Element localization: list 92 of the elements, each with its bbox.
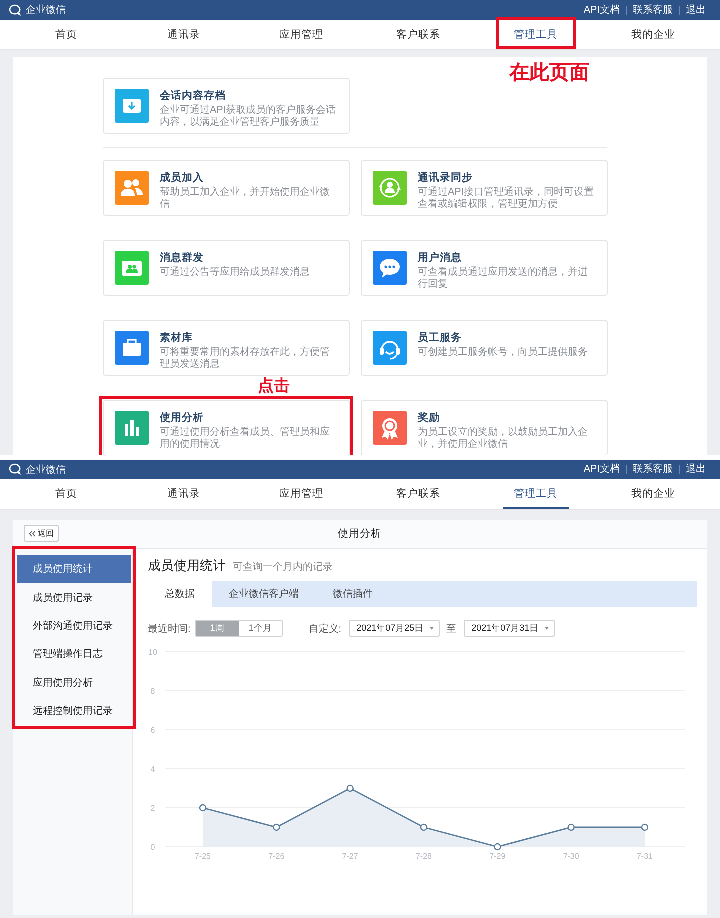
card-title: 成员加入 (160, 171, 205, 185)
card-description: 为员工设立的奖励，以鼓励员工加入企业，并使用企业微信 (418, 427, 589, 452)
nav-tab[interactable]: 应用管理 (268, 20, 334, 49)
logo-icon (9, 4, 23, 16)
data-point (494, 843, 502, 851)
axis-label: 7-26 (268, 852, 285, 861)
axis-label: 6 (150, 726, 156, 735)
sidebar-item[interactable]: 管理端操作日志 (17, 640, 131, 669)
sidebar-item[interactable]: 远程控制使用记录 (17, 696, 131, 726)
nav-tab[interactable]: 管理工具 (502, 20, 569, 49)
card-title: 员工服务 (418, 331, 463, 345)
section-hint: 可查询一个月内的记录 (233, 560, 333, 574)
annotation-text: 在此页面 (509, 61, 590, 86)
axis-label: 7-28 (416, 852, 432, 861)
axis-label: 2 (150, 804, 156, 813)
card-title: 消息群发 (160, 251, 205, 265)
tool-card[interactable]: 会话内容存档 企业可通过API获取成员的客户服务会话内容，以满足企业管理客户服务质量 (103, 78, 350, 134)
filter-label: 自定义: (308, 622, 342, 636)
logo-icon (9, 463, 23, 476)
axis-label: 7-31 (637, 852, 653, 861)
nav-tab[interactable]: 我的企业 (620, 20, 686, 49)
axis-label: 4 (150, 765, 156, 774)
axis-label: 7-29 (490, 852, 506, 861)
tool-card[interactable]: 消息群发 可通过公告等应用给成员群发消息 (103, 240, 350, 296)
double-chevron-icon (29, 530, 36, 536)
page-title: 使用分析 (338, 527, 382, 541)
date-dropdown[interactable]: 2021年07月25日 (348, 620, 440, 637)
card-description: 可查看成员通过应用发送的消息，并进行回复 (418, 267, 589, 292)
nav-tab[interactable]: 客户联系 (386, 20, 452, 49)
axis-label: 8 (150, 687, 156, 696)
nav-tab[interactable]: 应用管理 (268, 479, 334, 509)
nav-tab[interactable]: 管理工具 (502, 479, 569, 509)
card-description: 可将重要常用的素材存放在此，方便管理员发送消息 (160, 347, 331, 372)
nav-tab[interactable]: 通讯录 (156, 479, 212, 509)
caret-icon (430, 627, 434, 630)
card-description: 可通过公告等应用给成员群发消息 (160, 267, 310, 280)
sidebar-item[interactable]: 成员使用统计 (17, 555, 131, 584)
tool-card[interactable]: 员工服务 可创建员工服务帐号，向员工提供服务 (361, 320, 608, 376)
axis-label: 7-27 (342, 852, 358, 861)
tool-card[interactable]: 使用分析 可通过使用分析查看成员、管理员和应用的使用情况 (103, 400, 350, 455)
card-description: 可通过API接口管理通讯录，同时可设置查看或编辑权限，管理更加方便 (418, 187, 596, 212)
card-title: 奖励 (418, 411, 441, 425)
tool-card[interactable]: 奖励 为员工设立的奖励，以鼓励员工加入企业，并使用企业微信 (361, 400, 608, 455)
data-point (420, 824, 428, 832)
nav-tab[interactable]: 我的企业 (620, 479, 686, 509)
tab[interactable]: 企业微信客户端 (212, 581, 316, 607)
back-button[interactable]: 返回 (24, 525, 59, 542)
header-link[interactable]: 联系客服 (626, 465, 679, 474)
sidebar-item[interactable]: 成员使用记录 (17, 583, 131, 612)
separator-text: 至 (446, 622, 457, 636)
section-title: 成员使用统计 (148, 557, 226, 575)
tool-card[interactable]: 用户消息 可查看成员通过应用发送的消息，并进行回复 (361, 240, 608, 296)
data-point (199, 804, 207, 812)
axis-label: 10 (148, 648, 158, 657)
axis-label: 7-25 (195, 852, 211, 861)
card-title: 使用分析 (160, 411, 205, 425)
sidebar-item[interactable]: 外部沟通使用记录 (17, 612, 131, 640)
nav-tab[interactable]: 首页 (44, 479, 89, 509)
header-link[interactable]: API文档 (578, 6, 626, 14)
header-link[interactable]: 退出 (679, 465, 712, 474)
header-link[interactable]: API文档 (578, 465, 626, 474)
nav-tab[interactable]: 首页 (44, 20, 89, 49)
date-dropdown[interactable]: 2021年07月31日 (464, 620, 555, 637)
tab[interactable]: 微信插件 (316, 581, 390, 607)
axis-label: 0 (150, 843, 156, 852)
header-link[interactable]: 退出 (679, 6, 712, 14)
tool-card[interactable]: 素材库 可将重要常用的素材存放在此，方便管理员发送消息 (103, 320, 350, 376)
card-title: 素材库 (160, 331, 194, 345)
caret-icon (544, 627, 549, 630)
annotation-text: 点击 (258, 378, 290, 396)
card-description: 帮助员工加入企业，并开始使用企业微信 (160, 187, 331, 212)
data-point (346, 784, 354, 792)
card-title: 会话内容存档 (160, 89, 227, 103)
brand-name: 企业微信 (26, 4, 66, 17)
card-description: 企业可通过API获取成员的客户服务会话内容，以满足企业管理客户服务质量 (160, 105, 338, 130)
header-link[interactable]: 联系客服 (626, 6, 679, 14)
card-description: 可通过使用分析查看成员、管理员和应用的使用情况 (160, 427, 331, 452)
card-description: 可创建员工服务帐号，向员工提供服务 (418, 347, 588, 360)
data-point (641, 824, 649, 832)
tool-card[interactable]: 成员加入 帮助员工加入企业，并开始使用企业微信 (103, 160, 350, 216)
brand-name: 企业微信 (26, 464, 66, 476)
nav-tab[interactable]: 通讯录 (156, 20, 212, 49)
axis-label: 7-30 (563, 852, 580, 861)
tool-card[interactable]: 通讯录同步 可通过API接口管理通讯录，同时可设置查看或编辑权限，管理更加方便 (361, 160, 608, 216)
card-title: 用户消息 (418, 251, 463, 265)
card-title: 通讯录同步 (418, 171, 474, 185)
data-point (568, 824, 575, 832)
filter-label: 最近时间: (148, 622, 191, 636)
data-point (273, 824, 280, 832)
nav-tab[interactable]: 客户联系 (386, 479, 452, 509)
tab[interactable]: 总数据 (148, 581, 212, 607)
sidebar-item[interactable]: 应用使用分析 (17, 668, 131, 697)
